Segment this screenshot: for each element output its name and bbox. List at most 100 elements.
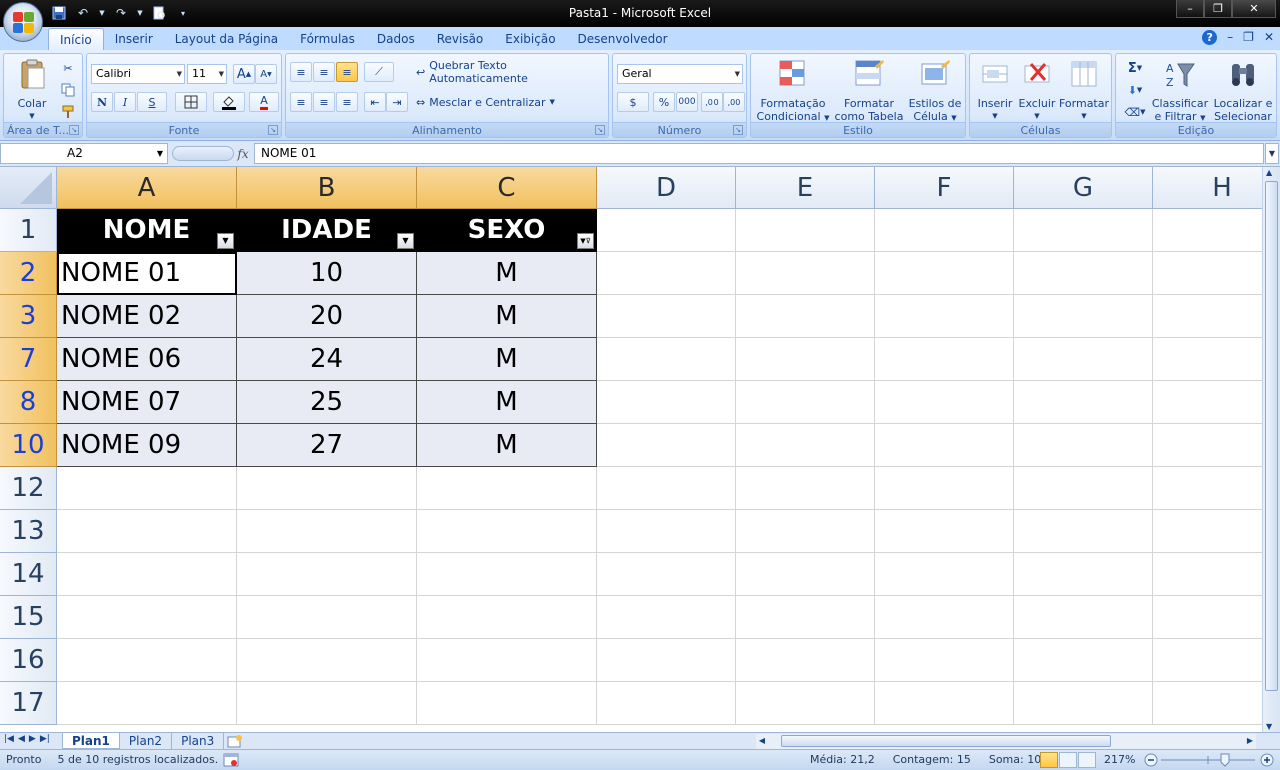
cell-a13[interactable] [57,510,237,553]
column-header-a[interactable]: A [57,167,237,209]
table-cell[interactable]: M [417,295,597,338]
tab-desenvolvedor[interactable]: Desenvolvedor [567,28,679,50]
cell-f2[interactable] [875,252,1014,295]
cell-g14[interactable] [1014,553,1153,596]
align-middle-icon[interactable]: ≡ [313,62,335,82]
cell-a12[interactable] [57,467,237,510]
normal-view-icon[interactable] [1040,752,1058,768]
cell-e15[interactable] [736,596,875,639]
cell-h2[interactable] [1153,252,1262,295]
cell-styles-button[interactable]: Estilos de Célula ▼ [905,58,965,125]
horizontal-scrollbar[interactable]: ◀ ▶ [756,734,1256,749]
cell-e2[interactable] [736,252,875,295]
last-sheet-icon[interactable]: ▶| [40,734,50,744]
italic-button[interactable]: I [114,92,136,112]
format-painter-icon[interactable] [58,102,78,122]
zoom-level[interactable]: 217% [1104,753,1135,766]
row-header-17[interactable]: 17 [0,682,57,725]
insert-function-icon[interactable]: fx [235,144,251,164]
sheet-tab-plan3[interactable]: Plan3 [172,733,225,749]
cell-d12[interactable] [597,467,736,510]
borders-button[interactable] [175,92,207,112]
cell-d2[interactable] [597,252,736,295]
cell-e14[interactable] [736,553,875,596]
cell-d17[interactable] [597,682,736,725]
decrease-indent-icon[interactable]: ⇤ [364,92,386,112]
row-header-10[interactable]: 10 [0,424,57,467]
column-header-f[interactable]: F [875,167,1014,209]
sheet-tab-plan1[interactable]: Plan1 [62,733,120,749]
row-header-12[interactable]: 12 [0,467,57,510]
tab-layout-da-pagina[interactable]: Layout da Página [164,28,289,50]
next-sheet-icon[interactable]: ▶ [29,734,36,744]
row-header-7[interactable]: 7 [0,338,57,381]
column-header-g[interactable]: G [1014,167,1153,209]
table-cell[interactable]: 10 [237,252,417,295]
decrease-decimal-button[interactable]: ,00 [723,92,745,112]
vertical-scrollbar[interactable]: ▲ ▼ [1262,167,1280,732]
cell-h3[interactable] [1153,295,1262,338]
table-cell[interactable]: 24 [237,338,417,381]
zoom-slider[interactable] [1143,752,1276,768]
column-header-b[interactable]: B [237,167,417,209]
scroll-up-icon[interactable]: ▲ [1266,168,1272,177]
close-button[interactable]: ✕ [1232,0,1276,18]
table-cell[interactable]: 27 [237,424,417,467]
table-cell[interactable]: NOME 01 [57,252,237,295]
row-header-16[interactable]: 16 [0,639,57,682]
wrap-text-button[interactable]: ↩ Quebrar Texto Automaticamente [416,59,606,85]
tab-inicio[interactable]: Início [48,28,104,50]
cell-h1[interactable] [1153,209,1262,252]
scroll-right-icon[interactable]: ▶ [1244,734,1256,748]
table-cell[interactable]: 25 [237,381,417,424]
underline-button[interactable]: S [137,92,167,112]
cell-a14[interactable] [57,553,237,596]
page-layout-view-icon[interactable] [1059,752,1077,768]
cell-g7[interactable] [1014,338,1153,381]
row-header-15[interactable]: 15 [0,596,57,639]
font-family-combo[interactable]: Calibri ▼ [91,64,185,84]
insert-cells-button[interactable]: Inserir ▼ [972,58,1018,123]
row-header-14[interactable]: 14 [0,553,57,596]
copy-icon[interactable] [58,80,78,100]
name-box[interactable]: A2 ▼ [0,143,168,164]
alignment-launcher-icon[interactable]: ↘ [595,125,605,135]
cell-g2[interactable] [1014,252,1153,295]
cell-f8[interactable] [875,381,1014,424]
cell-d8[interactable] [597,381,736,424]
cell-d13[interactable] [597,510,736,553]
cell-c15[interactable] [417,596,597,639]
accounting-format-icon[interactable]: $ [617,92,649,112]
filter-applied-icon[interactable]: ▼⊽ [577,233,594,249]
cell-f12[interactable] [875,467,1014,510]
delete-cells-button[interactable]: Excluir ▼ [1016,58,1058,123]
page-break-view-icon[interactable] [1078,752,1096,768]
help-icon[interactable]: ? [1202,30,1218,45]
font-size-combo[interactable]: 11 ▼ [187,64,227,84]
increase-decimal-button[interactable]: ,0 0 [701,92,723,112]
cell-e8[interactable] [736,381,875,424]
cell-e16[interactable] [736,639,875,682]
sheet-tab-plan2[interactable]: Plan2 [120,733,173,749]
cell-h13[interactable] [1153,510,1262,553]
workbook-restore-icon[interactable]: ❐ [1243,30,1254,45]
conditional-formatting-button[interactable]: Formatação Condicional ▼ [755,58,831,125]
column-header-d[interactable]: D [597,167,736,209]
cell-g1[interactable] [1014,209,1153,252]
align-top-icon[interactable]: ≡ [290,62,312,82]
select-all-button[interactable] [0,167,57,209]
minimize-button[interactable]: – [1176,0,1204,18]
cell-h7[interactable] [1153,338,1262,381]
clipboard-launcher-icon[interactable]: ↘ [69,125,79,135]
tab-formulas[interactable]: Fórmulas [289,28,366,50]
cell-d10[interactable] [597,424,736,467]
cell-g15[interactable] [1014,596,1153,639]
cell-g3[interactable] [1014,295,1153,338]
table-cell[interactable]: M [417,252,597,295]
cell-c13[interactable] [417,510,597,553]
scroll-left-icon[interactable]: ◀ [756,734,768,748]
align-right-icon[interactable]: ≡ [336,92,358,112]
vertical-scroll-thumb[interactable] [1265,181,1278,691]
row-header-2[interactable]: 2 [0,252,57,295]
font-color-button[interactable]: A [249,92,279,112]
